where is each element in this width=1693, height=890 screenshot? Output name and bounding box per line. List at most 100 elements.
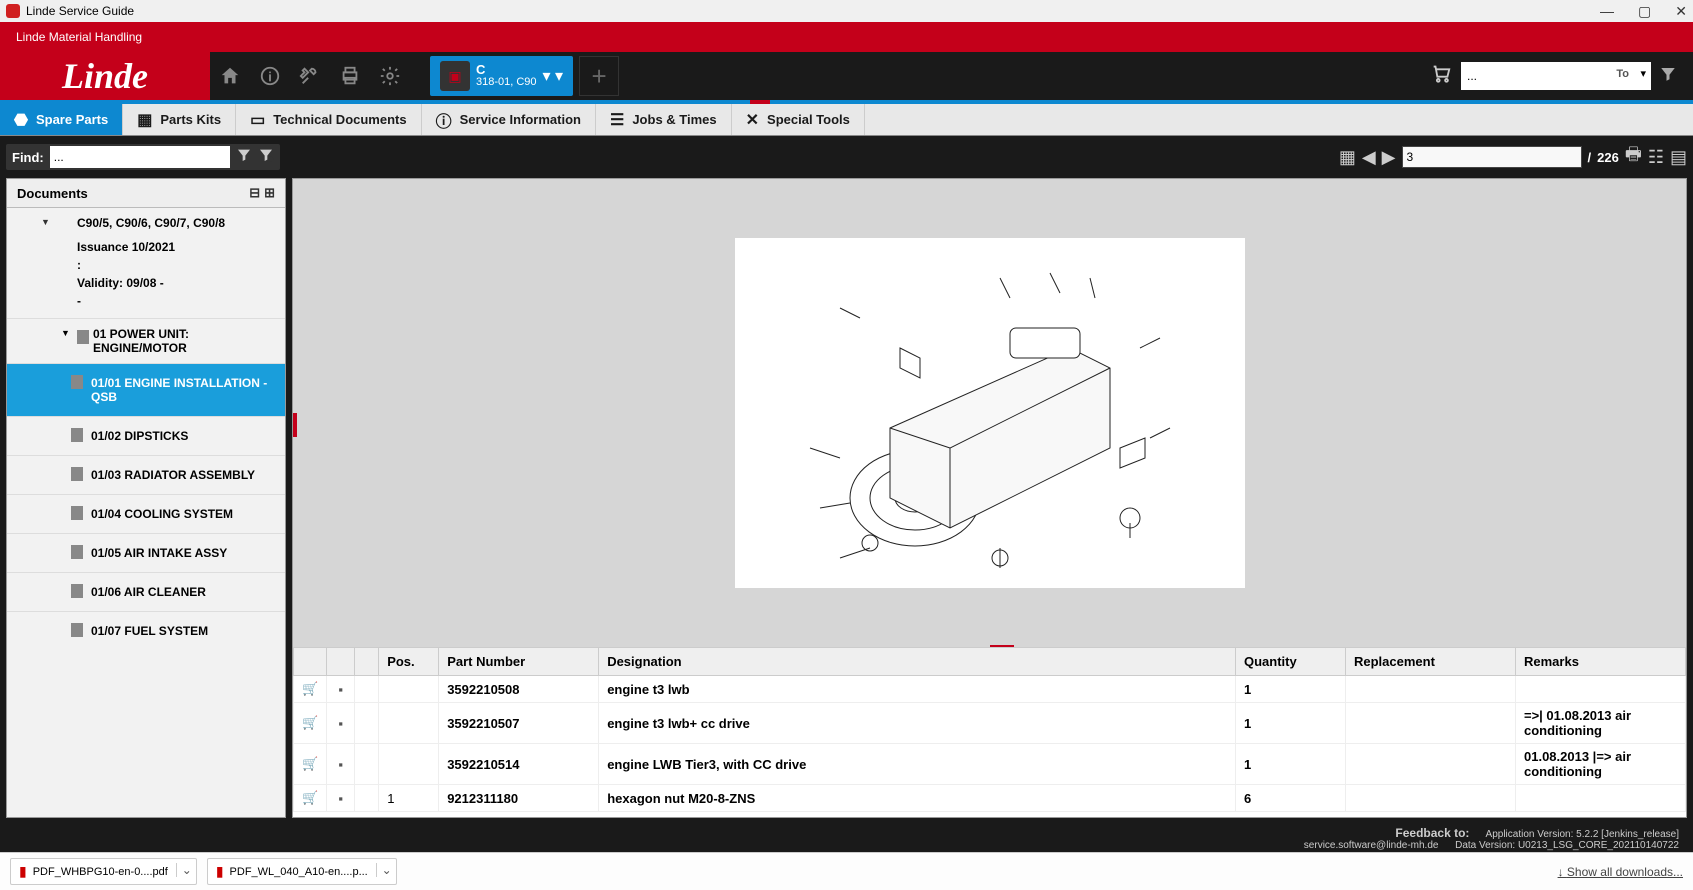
splitter-bottom[interactable] bbox=[990, 645, 1014, 647]
tree-meta: - bbox=[7, 292, 285, 318]
header-nav: Linde ▣ C 318-01, C90 ▾ ▾ + To ▾ bbox=[0, 52, 1693, 100]
brand-tag: Linde Material Handling bbox=[0, 30, 158, 44]
pdf-icon: ▮ bbox=[19, 863, 27, 880]
page-total: 226 bbox=[1597, 150, 1619, 165]
bookmark-button[interactable]: ▪ bbox=[327, 785, 355, 812]
tab-spare-parts[interactable]: ⬣ Spare Parts bbox=[0, 104, 123, 135]
tree-root[interactable]: C90/5, C90/6, C90/7, C90/8 bbox=[7, 208, 285, 238]
add-model-button[interactable]: + bbox=[579, 56, 619, 96]
info-icon[interactable] bbox=[250, 52, 290, 100]
cart-icon[interactable] bbox=[1429, 62, 1453, 90]
cell-des: engine t3 lwb bbox=[599, 676, 1236, 703]
window-titlebar: Linde Service Guide — ▢ ✕ bbox=[0, 0, 1693, 22]
app-version: Application Version: 5.2.2 [Jenkins_rele… bbox=[1486, 829, 1679, 840]
find-input[interactable] bbox=[50, 146, 230, 168]
dropdown-icon: ▾ ▾ bbox=[543, 66, 564, 86]
tab-jobs-times[interactable]: ☰ Jobs & Times bbox=[596, 104, 732, 135]
tab-label: Jobs & Times bbox=[632, 112, 716, 127]
splitter-left[interactable] bbox=[293, 413, 297, 437]
bookmark-button[interactable]: ▪ bbox=[327, 744, 355, 785]
tools-icon[interactable] bbox=[290, 52, 330, 100]
tree-meta: : bbox=[7, 256, 285, 274]
funnel-icon[interactable] bbox=[236, 147, 252, 168]
brand-band: Linde Material Handling bbox=[0, 22, 1693, 52]
download-file-1[interactable]: ▮ PDF_WL_040_A10-en....p... bbox=[207, 858, 397, 885]
chevron-down-icon[interactable]: ▾ bbox=[1640, 67, 1646, 80]
cell-des: hexagon nut M20-8-ZNS bbox=[599, 785, 1236, 812]
data-version: Data Version: U0213_LSG_CORE_20211014072… bbox=[1455, 840, 1679, 851]
window-title: Linde Service Guide bbox=[26, 4, 134, 18]
add-to-cart-button[interactable]: 🛒 bbox=[294, 744, 327, 785]
bookmark-button[interactable]: ▪ bbox=[327, 703, 355, 744]
tab-service-info[interactable]: ⓘ Service Information bbox=[422, 104, 596, 135]
show-all-downloads[interactable]: ↓ Show all downloads... bbox=[1558, 865, 1683, 879]
table-row[interactable]: 🛒▪19212311180hexagon nut M20-8-ZNS6 bbox=[294, 785, 1686, 812]
tree-item-0[interactable]: 01/01 ENGINE INSTALLATION - QSB bbox=[7, 363, 285, 416]
document-tree-sidebar: Documents ⊟ ⊞ C90/5, C90/6, C90/7, C90/8… bbox=[6, 178, 286, 818]
col-qty: Quantity bbox=[1236, 648, 1346, 676]
to-label: To bbox=[1616, 68, 1629, 80]
tab-label: Spare Parts bbox=[36, 112, 108, 127]
pdf-icon: ▮ bbox=[216, 863, 224, 880]
tree-item-label: 01/04 COOLING SYSTEM bbox=[91, 507, 233, 521]
minimize-button[interactable]: — bbox=[1600, 3, 1614, 20]
file-icon bbox=[71, 375, 83, 389]
tree-item-2[interactable]: 01/03 RADIATOR ASSEMBLY bbox=[7, 455, 285, 494]
cell-rep bbox=[1346, 676, 1516, 703]
tab-special-tools[interactable]: ✕ Special Tools bbox=[732, 104, 865, 135]
print-button[interactable]: 🖶 bbox=[1625, 142, 1642, 172]
file-icon bbox=[71, 428, 83, 442]
tab-parts-kits[interactable]: ▦ Parts Kits bbox=[123, 104, 236, 135]
tree-item-6[interactable]: 01/07 FUEL SYSTEM bbox=[7, 611, 285, 650]
bookmark-button[interactable]: ▪ bbox=[327, 676, 355, 703]
cell-pn: 3592210508 bbox=[439, 676, 599, 703]
gear-icon[interactable] bbox=[370, 52, 410, 100]
doc-icon: ▭ bbox=[250, 110, 265, 130]
cell-rep bbox=[1346, 703, 1516, 744]
calendar-icon[interactable]: ▦ bbox=[1339, 147, 1356, 168]
expand-tree-icon[interactable]: ⊞ bbox=[264, 185, 275, 201]
tree-item-1[interactable]: 01/02 DIPSTICKS bbox=[7, 416, 285, 455]
print-icon[interactable] bbox=[330, 52, 370, 100]
table-row[interactable]: 🛒▪3592210507engine t3 lwb+ cc drive1=>| … bbox=[294, 703, 1686, 744]
cell-rem: 01.08.2013 |=> air conditioning bbox=[1516, 744, 1686, 785]
grid-view-icon[interactable]: ☷ bbox=[1648, 147, 1664, 168]
tree-group[interactable]: 01 POWER UNIT: ENGINE/MOTOR bbox=[7, 318, 285, 363]
tree-item-3[interactable]: 01/04 COOLING SYSTEM bbox=[7, 494, 285, 533]
model-text: C 318-01, C90 bbox=[476, 63, 537, 89]
model-selector[interactable]: ▣ C 318-01, C90 ▾ ▾ bbox=[430, 56, 573, 96]
page-sep: / bbox=[1588, 150, 1592, 165]
cell-pos bbox=[379, 703, 439, 744]
model-letter: C bbox=[476, 63, 537, 76]
tree-item-label: 01/05 AIR INTAKE ASSY bbox=[91, 546, 227, 560]
file-icon bbox=[71, 545, 83, 559]
add-to-cart-button[interactable]: 🛒 bbox=[294, 703, 327, 744]
page-number-input[interactable] bbox=[1402, 146, 1582, 168]
diagram-area[interactable] bbox=[293, 179, 1686, 647]
download-file-0[interactable]: ▮ PDF_WHBPG10-en-0....pdf bbox=[10, 858, 197, 885]
engine-diagram[interactable] bbox=[735, 238, 1245, 588]
maximize-button[interactable]: ▢ bbox=[1638, 3, 1651, 20]
table-row[interactable]: 🛒▪3592210514engine LWB Tier3, with CC dr… bbox=[294, 744, 1686, 785]
prev-page-button[interactable]: ◀ bbox=[1362, 147, 1376, 168]
sidebar-header: Documents ⊟ ⊞ bbox=[7, 179, 285, 208]
home-icon[interactable] bbox=[210, 52, 250, 100]
feedback-email[interactable]: service.software@linde-mh.de bbox=[1304, 840, 1439, 851]
brand-logo: Linde bbox=[0, 52, 210, 100]
table-row[interactable]: 🛒▪3592210508engine t3 lwb1 bbox=[294, 676, 1686, 703]
add-to-cart-button[interactable]: 🛒 bbox=[294, 676, 327, 703]
add-to-cart-button[interactable]: 🛒 bbox=[294, 785, 327, 812]
list-view-icon[interactable]: ▤ bbox=[1670, 147, 1687, 168]
tree-item-4[interactable]: 01/05 AIR INTAKE ASSY bbox=[7, 533, 285, 572]
filter-icon[interactable] bbox=[1659, 65, 1677, 88]
cell-pos: 1 bbox=[379, 785, 439, 812]
tree-item-5[interactable]: 01/06 AIR CLEANER bbox=[7, 572, 285, 611]
collapse-tree-icon[interactable]: ⊟ bbox=[249, 185, 260, 201]
next-page-button[interactable]: ▶ bbox=[1382, 147, 1396, 168]
tab-label: Service Information bbox=[460, 112, 581, 127]
model-code: 318-01, C90 bbox=[476, 76, 537, 89]
close-button[interactable]: ✕ bbox=[1675, 3, 1687, 20]
tab-tech-docs[interactable]: ▭ Technical Documents bbox=[236, 104, 422, 135]
funnel-clear-icon[interactable] bbox=[258, 147, 274, 168]
file-icon bbox=[71, 467, 83, 481]
